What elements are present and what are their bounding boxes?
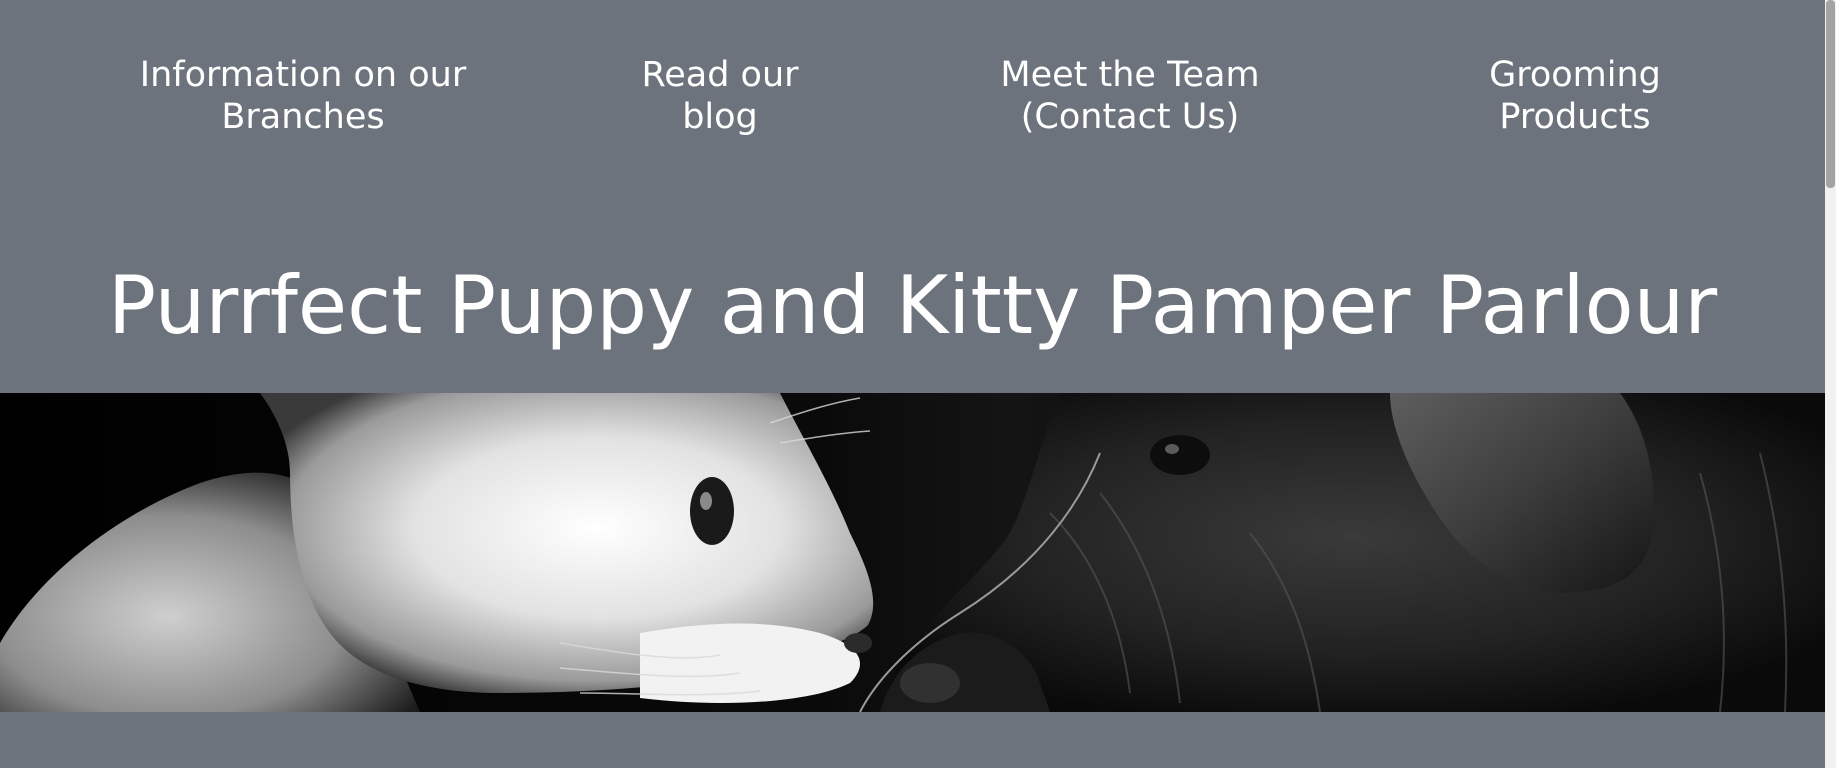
viewport: Information on our Branches Read our blo… <box>0 0 1825 768</box>
nav-link-products-line1: Grooming <box>1489 55 1661 95</box>
hero-image <box>0 393 1825 712</box>
cat-and-dog-photo <box>0 393 1825 712</box>
main-nav: Information on our Branches Read our blo… <box>0 54 1825 144</box>
nav-link-team-line2: (Contact Us) <box>1020 97 1240 137</box>
nav-link-branches[interactable]: Information on our Branches <box>100 54 506 138</box>
nav-link-blog-line2: blog <box>682 97 758 137</box>
nav-link-team[interactable]: Meet the Team (Contact Us) <box>930 54 1330 138</box>
site-title: Purrfect Puppy and Kitty Pamper Parlour <box>107 259 1718 352</box>
page: Information on our Branches Read our blo… <box>0 0 1836 768</box>
scrollbar-thumb[interactable] <box>1826 0 1835 188</box>
nav-link-products-line2: Products <box>1499 97 1651 137</box>
nav-link-blog-line1: Read our <box>641 55 799 95</box>
nav-link-products[interactable]: Grooming Products <box>1400 54 1750 138</box>
scrollbar[interactable] <box>1825 0 1836 768</box>
nav-link-blog[interactable]: Read our blog <box>560 54 880 138</box>
nav-link-branches-line1: Information on our <box>139 55 467 95</box>
nav-link-team-line1: Meet the Team <box>1000 55 1260 95</box>
nav-link-branches-line2: Branches <box>221 97 385 137</box>
